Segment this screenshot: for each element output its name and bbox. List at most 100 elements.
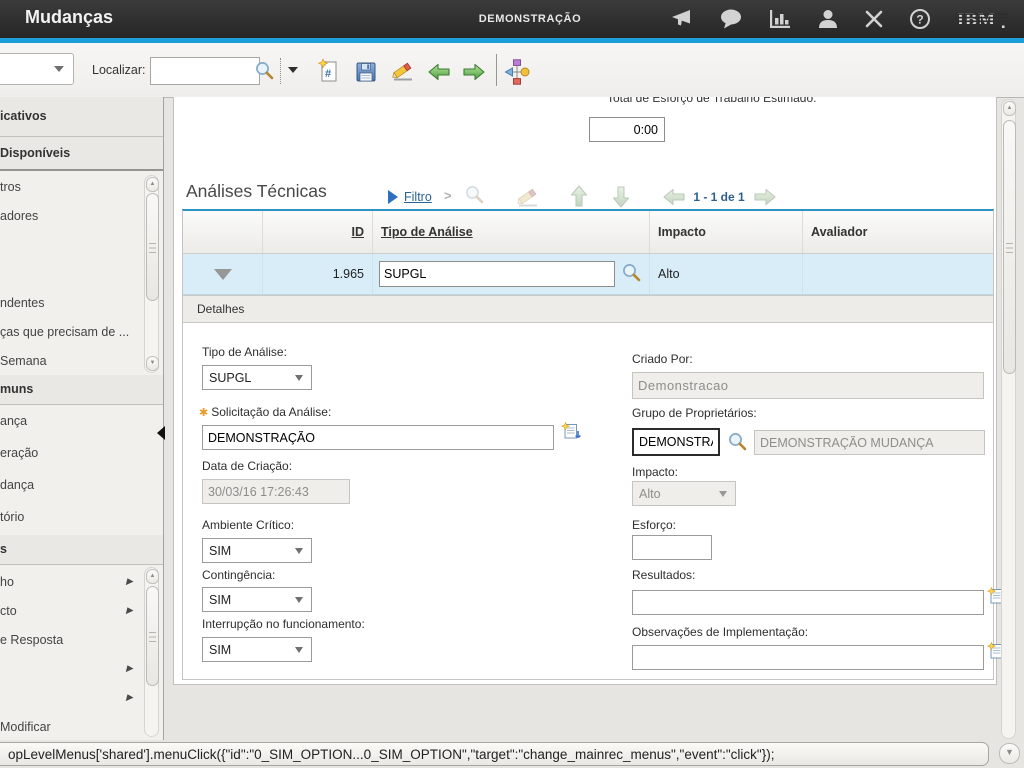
sidebar-item[interactable]: ▶ (0, 654, 163, 683)
sidebar-item[interactable] (0, 230, 163, 259)
column-header-id[interactable]: ID (263, 211, 373, 253)
tipo-analise-label: Tipo de Análise: (202, 345, 287, 359)
sidebar-item[interactable]: ho▶ (0, 567, 163, 596)
sidebar-header-disponiveis[interactable]: Disponíveis (0, 137, 163, 171)
sidebar-scrollbar[interactable]: ▲ (144, 567, 159, 737)
total-effort-label: Total de Esforço de Trabalho Estimado: (607, 97, 816, 105)
row-avaliador-cell (803, 254, 993, 294)
column-header-tipo[interactable]: Tipo de Análise (373, 211, 650, 253)
column-header-avaliador: Avaliador (803, 211, 993, 253)
save-icon[interactable] (354, 60, 378, 89)
sidebar-header-comuns[interactable]: muns (0, 375, 163, 405)
sidebar-item[interactable]: ndentes (0, 288, 163, 317)
sidebar-header-acoes[interactable]: s (0, 535, 163, 565)
row-expand-icon[interactable] (214, 269, 232, 280)
filter-link[interactable]: Filtro (404, 190, 432, 204)
scroll-up-icon[interactable]: ▲ (146, 177, 159, 192)
long-description-icon[interactable] (561, 422, 582, 447)
toolbar-divider (280, 58, 281, 84)
announcements-icon[interactable] (668, 0, 694, 38)
sidebar-item[interactable]: ▶ (0, 683, 163, 712)
scrollbar-thumb[interactable] (146, 193, 159, 301)
impacto-label: Impacto: (632, 465, 678, 479)
sign-out-icon[interactable] (864, 0, 884, 38)
submenu-arrow-icon: ▶ (126, 663, 133, 674)
grupo-search-icon[interactable] (727, 431, 748, 457)
scroll-corner-icon[interactable]: ▼ (999, 743, 1020, 764)
previous-record-icon[interactable] (426, 61, 451, 88)
new-record-icon[interactable]: # (316, 58, 341, 89)
sidebar-item[interactable]: eração (0, 437, 163, 469)
contingencia-select[interactable]: SIM (202, 587, 312, 612)
grupo-input[interactable] (632, 428, 720, 456)
search-icon[interactable] (254, 60, 275, 86)
sidebar-item[interactable]: dança (0, 469, 163, 501)
status-bar: opLevelMenus['shared'].menuClick({"id":"… (0, 740, 1024, 768)
sidebar-header-aplicativos[interactable]: icativos (0, 97, 163, 137)
ambiente-label: Ambiente Crítico: (202, 518, 294, 532)
scrollbar-thumb[interactable] (146, 586, 159, 686)
record-jump-select[interactable] (0, 53, 74, 85)
table-row[interactable]: 1.965 Alto (183, 254, 993, 295)
resultados-input[interactable] (632, 590, 984, 615)
row-tipo-search-icon[interactable] (621, 262, 642, 286)
details-tab: Detalhes (183, 295, 993, 323)
observacoes-input[interactable] (632, 645, 984, 670)
scroll-up-icon[interactable]: ▲ (146, 569, 159, 584)
main-scrollbar[interactable]: ▲ (1001, 99, 1016, 739)
sidebar-item[interactable]: ças que precisam de ... (0, 317, 163, 346)
navigation-sidebar: icativos Disponíveis tros adores ndentes… (0, 97, 164, 740)
workflow-icon[interactable] (504, 59, 530, 90)
esforco-input[interactable] (632, 535, 712, 560)
chevron-down-icon (295, 647, 303, 653)
scrollbar-thumb[interactable] (1003, 120, 1016, 374)
section-title: Análises Técnicas (186, 181, 327, 202)
interrupcao-select[interactable]: SIM (202, 637, 312, 662)
sidebar-item[interactable]: tório (0, 501, 163, 533)
table-search-icon[interactable] (464, 184, 485, 210)
sidebar-item[interactable]: e Resposta (0, 625, 163, 654)
main-toolbar: Localizar: # (0, 43, 1024, 98)
sidebar-scrollbar[interactable]: ▲ ▼ (144, 175, 159, 373)
submenu-arrow-icon: ▶ (126, 576, 133, 587)
impacto-select: Alto (632, 481, 736, 506)
reports-icon[interactable] (768, 0, 792, 38)
next-record-icon[interactable] (462, 61, 487, 88)
sidebar-collapse-icon[interactable] (157, 426, 165, 440)
clear-changes-icon[interactable] (390, 58, 416, 89)
svg-text:?: ? (916, 13, 923, 27)
grupo-label: Grupo de Proprietários: (632, 406, 757, 420)
profile-icon[interactable] (817, 0, 839, 38)
chevron-down-icon (295, 375, 303, 381)
filter-expand-icon[interactable] (388, 190, 398, 204)
sidebar-item[interactable]: tros (0, 172, 163, 201)
total-effort-input[interactable] (589, 117, 665, 142)
help-icon[interactable]: ? (909, 0, 931, 38)
sidebar-item[interactable]: ança (0, 405, 163, 437)
feedback-chat-icon[interactable] (719, 0, 743, 38)
logged-user-label: DEMONSTRAÇÃO (430, 13, 630, 25)
topbar-icon-group: ? IBM (668, 0, 1008, 38)
chevron-down-icon (295, 597, 303, 603)
scroll-down-icon[interactable]: ▼ (146, 356, 159, 371)
sidebar-item[interactable]: adores (0, 201, 163, 230)
scroll-up-icon[interactable]: ▲ (1003, 101, 1016, 116)
sidebar-item[interactable]: Semana (0, 346, 163, 375)
find-input[interactable] (150, 57, 260, 85)
record-detail-panel: Total de Esforço de Trabalho Estimado: A… (173, 97, 997, 685)
row-tipo-input[interactable] (379, 261, 615, 287)
sidebar-item[interactable] (0, 259, 163, 288)
analyses-table: ID Tipo de Análise Impacto Avaliador 1.9… (182, 209, 994, 680)
resultados-label: Resultados: (632, 568, 695, 582)
sidebar-item[interactable]: cto▶ (0, 596, 163, 625)
tipo-analise-select[interactable]: SUPGL (202, 365, 312, 390)
search-options-arrow-icon[interactable] (288, 67, 298, 73)
data-criacao-label: Data de Criação: (202, 459, 292, 473)
app-title: Mudanças (25, 7, 113, 28)
solicitacao-input[interactable] (202, 425, 554, 450)
ambiente-select[interactable]: SIM (202, 538, 312, 563)
sidebar-item[interactable]: Modificar (0, 712, 163, 741)
row-impacto-cell: Alto (650, 254, 803, 294)
application-window: Mudanças DEMONSTRAÇÃO ? IBM Localizar: #… (0, 0, 1024, 768)
title-bar: Mudanças DEMONSTRAÇÃO ? IBM (0, 0, 1024, 38)
